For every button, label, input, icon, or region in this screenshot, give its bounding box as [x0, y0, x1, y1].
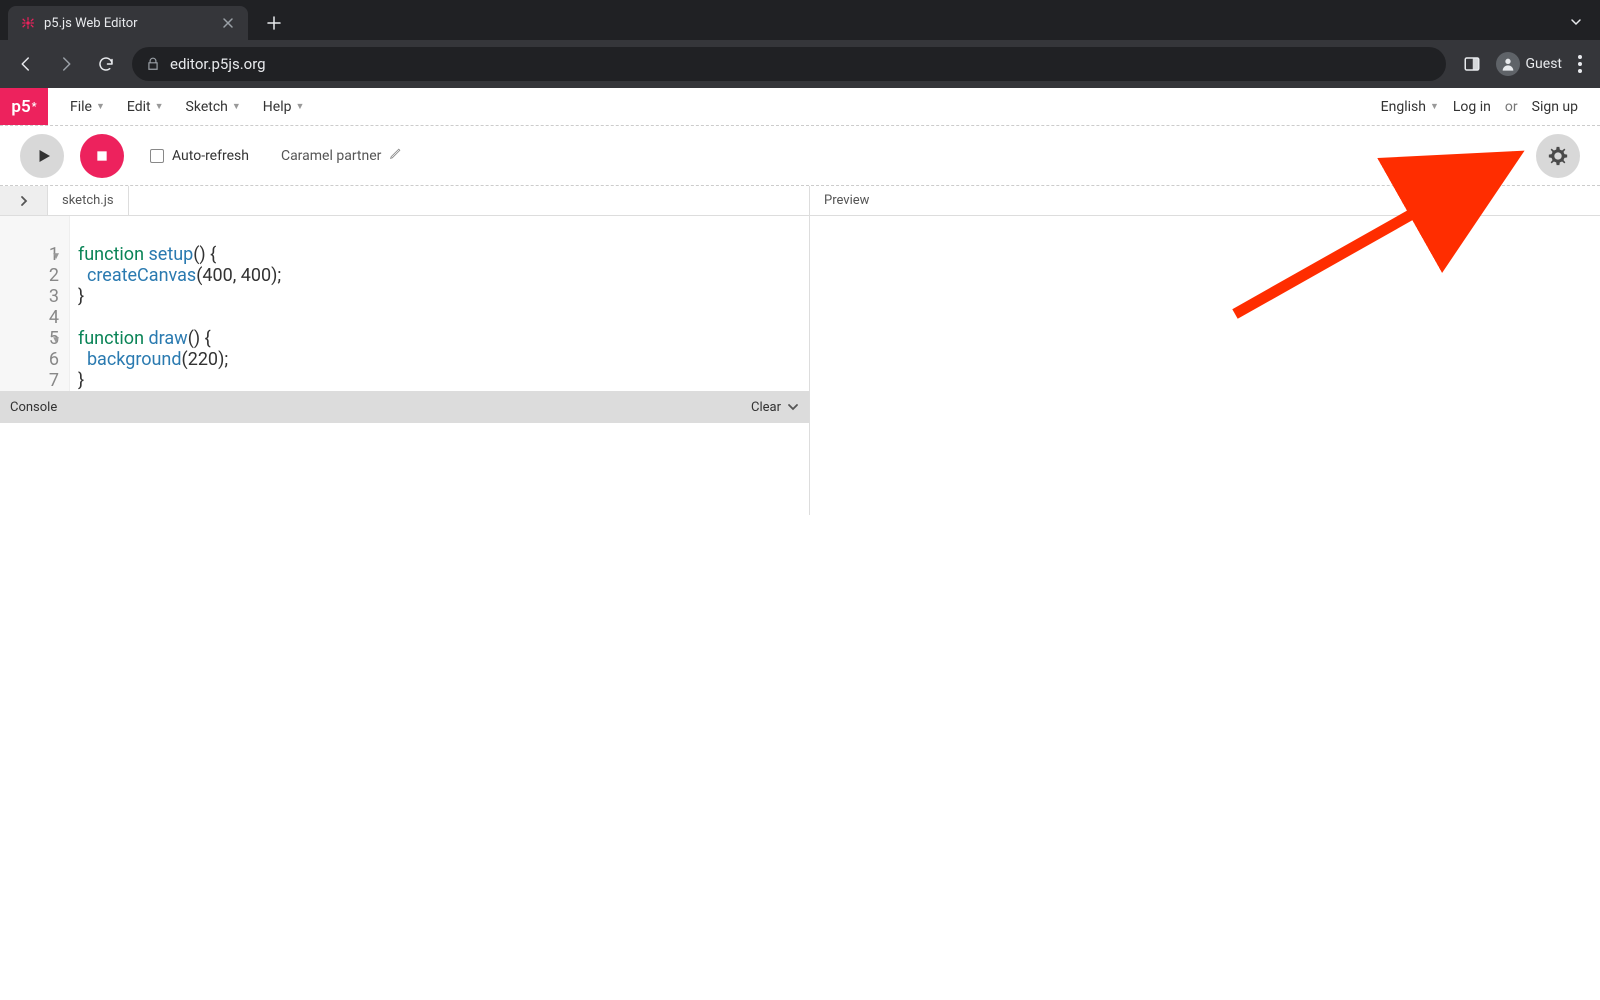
menu-edit[interactable]: Edit▼ — [127, 99, 164, 115]
code-content[interactable]: function setup() { createCanvas(400, 400… — [70, 216, 281, 391]
file-tab-row: sketch.js Preview — [0, 186, 1600, 216]
menu-items: File▼ Edit▼ Sketch▼ Help▼ — [48, 88, 304, 125]
gear-icon — [1547, 145, 1569, 167]
address-bar[interactable]: editor.p5js.org — [132, 47, 1446, 81]
language-selector[interactable]: English▼ — [1381, 99, 1439, 115]
p5-logo[interactable]: p5* — [0, 88, 48, 125]
preview-label: Preview — [810, 186, 883, 215]
settings-button[interactable] — [1536, 134, 1580, 178]
toolbar: Auto-refresh Caramel partner — [0, 126, 1600, 186]
sketch-name[interactable]: Caramel partner — [281, 147, 402, 164]
profile-chip[interactable]: Guest — [1496, 52, 1562, 76]
browser-tab[interactable]: p5.js Web Editor — [8, 6, 248, 40]
reload-button[interactable] — [92, 50, 120, 78]
guest-label: Guest — [1526, 56, 1562, 72]
caret-down-icon: ▼ — [232, 101, 241, 112]
p5-menubar: p5* File▼ Edit▼ Sketch▼ Help▼ English▼ L… — [0, 88, 1600, 126]
menu-help[interactable]: Help▼ — [263, 99, 305, 115]
signup-link[interactable]: Sign up — [1532, 99, 1578, 115]
chevron-down-icon — [787, 401, 799, 413]
console-label: Console — [10, 400, 57, 415]
checkbox-icon[interactable] — [150, 149, 164, 163]
sketch-name-text: Caramel partner — [281, 148, 381, 164]
address-row: editor.p5js.org Guest — [0, 40, 1600, 88]
play-button[interactable] — [20, 134, 64, 178]
tab-close-icon[interactable] — [220, 15, 236, 31]
code-editor[interactable]: 1▼2345▼67 function setup() { createCanva… — [0, 216, 809, 391]
play-icon — [35, 147, 53, 165]
auto-refresh-toggle[interactable]: Auto-refresh — [150, 148, 249, 164]
console-clear-button[interactable]: Clear — [751, 400, 799, 415]
file-tab-active[interactable]: sketch.js — [48, 186, 129, 215]
console-header: Console Clear — [0, 391, 809, 423]
new-tab-button[interactable] — [260, 9, 288, 37]
menu-sketch[interactable]: Sketch▼ — [186, 99, 241, 115]
sidebar-expand-button[interactable] — [0, 186, 48, 215]
stop-button[interactable] — [80, 134, 124, 178]
caret-down-icon: ▼ — [1430, 101, 1439, 112]
panel-icon[interactable] — [1458, 50, 1486, 78]
avatar-icon — [1496, 52, 1520, 76]
console-output[interactable] — [0, 423, 809, 515]
browser-right-icons: Guest — [1458, 50, 1588, 78]
browser-menu-icon[interactable] — [1572, 55, 1588, 73]
caret-down-icon: ▼ — [96, 101, 105, 112]
url-text: editor.p5js.org — [170, 55, 266, 73]
p5-favicon-icon — [20, 15, 36, 31]
caret-down-icon: ▼ — [295, 101, 304, 112]
stop-icon — [94, 148, 110, 164]
tabs-overflow-button[interactable] — [1564, 10, 1588, 34]
back-button[interactable] — [12, 50, 40, 78]
pencil-icon[interactable] — [389, 147, 402, 164]
preview-pane — [810, 216, 1600, 515]
auto-refresh-label: Auto-refresh — [172, 148, 249, 164]
tab-title: p5.js Web Editor — [44, 16, 138, 31]
line-gutter: 1▼2345▼67 — [0, 216, 70, 391]
tab-strip: p5.js Web Editor — [0, 0, 1600, 40]
lock-icon — [146, 57, 160, 71]
caret-down-icon: ▼ — [155, 101, 164, 112]
login-link[interactable]: Log in — [1453, 99, 1491, 115]
browser-chrome: p5.js Web Editor editor.p5js.org Guest — [0, 0, 1600, 88]
chevron-right-icon — [18, 195, 30, 207]
or-label: or — [1505, 99, 1518, 115]
menu-file[interactable]: File▼ — [70, 99, 105, 115]
main-split: 1▼2345▼67 function setup() { createCanva… — [0, 216, 1600, 515]
forward-button[interactable] — [52, 50, 80, 78]
